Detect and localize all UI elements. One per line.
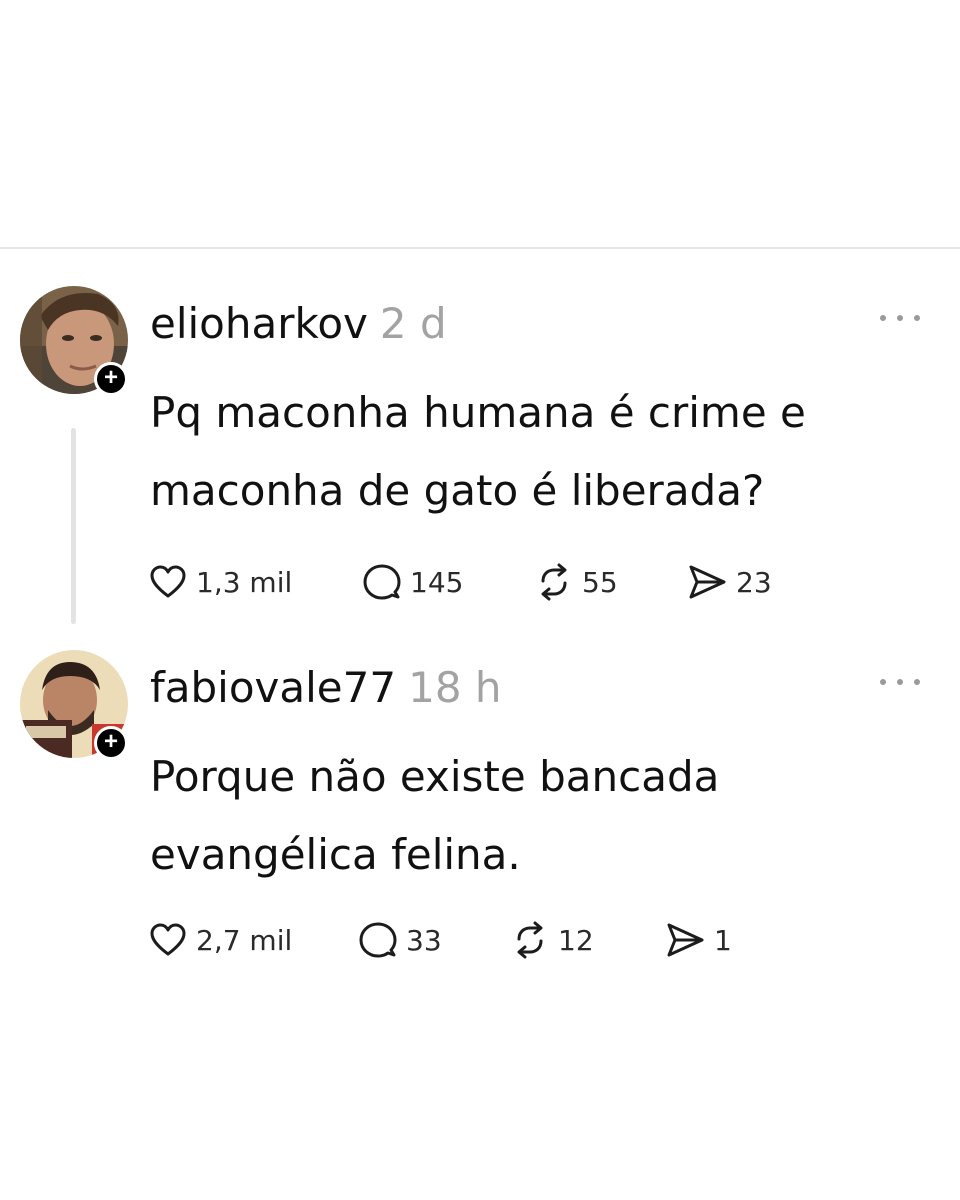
repost-button[interactable]: 12 bbox=[510, 918, 594, 962]
post-header: fabiovale77 18 h bbox=[150, 662, 502, 714]
speech-bubble-icon bbox=[359, 922, 397, 958]
send-icon bbox=[689, 565, 726, 599]
timestamp: 2 d bbox=[379, 299, 447, 348]
like-count: 1,3 mil bbox=[196, 565, 293, 599]
repost-arrows-icon bbox=[541, 563, 567, 601]
thread-line bbox=[71, 428, 76, 624]
top-divider bbox=[0, 247, 960, 249]
like-button[interactable]: 1,3 mil bbox=[148, 560, 292, 604]
heart-icon bbox=[150, 923, 186, 956]
reply-button[interactable]: 33 bbox=[358, 918, 442, 962]
speech-bubble-icon bbox=[363, 564, 401, 600]
post-header: elioharkov 2 d bbox=[150, 298, 447, 350]
share-count: 23 bbox=[736, 565, 772, 599]
reply-button[interactable]: 145 bbox=[362, 560, 463, 604]
reply-count: 33 bbox=[406, 923, 442, 957]
timestamp: 18 h bbox=[408, 663, 502, 712]
repost-arrows-icon bbox=[517, 921, 543, 959]
like-button[interactable]: 2,7 mil bbox=[148, 918, 292, 962]
reply-count: 145 bbox=[410, 565, 464, 599]
repost-count: 12 bbox=[558, 923, 594, 957]
send-icon bbox=[667, 923, 704, 957]
repost-count: 55 bbox=[582, 565, 618, 599]
heart-icon bbox=[150, 565, 186, 598]
post-text: Pq maconha humana é crime e maconha de g… bbox=[150, 388, 806, 515]
follow-plus-icon[interactable]: + bbox=[94, 362, 128, 396]
more-dots-icon[interactable] bbox=[880, 310, 920, 326]
like-count: 2,7 mil bbox=[196, 923, 293, 957]
share-button[interactable]: 23 bbox=[686, 560, 772, 604]
username[interactable]: fabiovale77 bbox=[150, 663, 396, 712]
share-button[interactable]: 1 bbox=[664, 918, 732, 962]
repost-button[interactable]: 55 bbox=[534, 560, 618, 604]
more-dots-icon[interactable] bbox=[880, 674, 920, 690]
post-text: Porque não existe bancada evangélica fel… bbox=[150, 752, 720, 879]
share-count: 1 bbox=[714, 923, 732, 957]
follow-plus-icon[interactable]: + bbox=[94, 726, 128, 760]
username[interactable]: elioharkov bbox=[150, 299, 368, 348]
